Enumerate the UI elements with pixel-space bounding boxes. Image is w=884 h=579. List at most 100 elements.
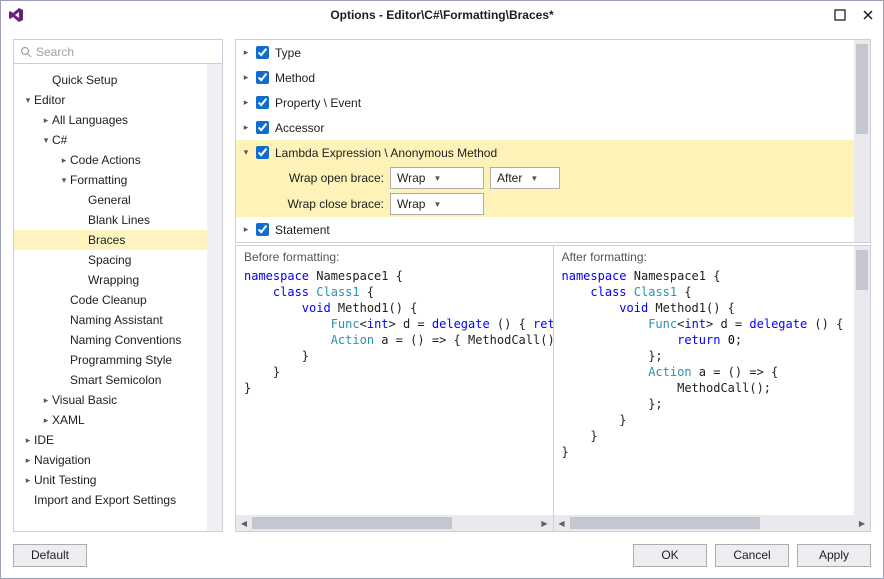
tree-item-label: Editor: [34, 93, 65, 107]
scroll-left-icon[interactable]: ◀: [236, 515, 252, 531]
tree-item[interactable]: Blank Lines: [14, 210, 222, 230]
tree-item[interactable]: Smart Semicolon: [14, 370, 222, 390]
tree-item[interactable]: Quick Setup: [14, 70, 222, 90]
option-statement-label: Statement: [275, 223, 330, 237]
expand-icon[interactable]: ▸: [40, 115, 52, 126]
search-icon: [20, 46, 32, 58]
option-row[interactable]: ▸Accessor: [236, 115, 870, 140]
wrap-open-label: Wrap open brace:: [276, 171, 384, 185]
tree-item[interactable]: Spacing: [14, 250, 222, 270]
tree-item-label: Spacing: [88, 253, 131, 267]
tree-item-label: Navigation: [34, 453, 91, 467]
apply-button[interactable]: Apply: [797, 544, 871, 567]
option-checkbox[interactable]: [256, 71, 269, 84]
tree-item-label: Braces: [88, 233, 125, 247]
tree-item-label: Code Actions: [70, 153, 141, 167]
tree-item-label: Formatting: [70, 173, 127, 187]
tree-item[interactable]: ▸All Languages: [14, 110, 222, 130]
collapse-icon[interactable]: ▾: [58, 175, 70, 186]
option-statement-checkbox[interactable]: [256, 223, 269, 236]
chevron-down-icon: ▼: [433, 174, 441, 183]
collapse-icon[interactable]: ▾: [40, 135, 52, 146]
tree-item-label: Naming Assistant: [70, 313, 163, 327]
expand-icon[interactable]: ▸: [236, 122, 256, 133]
tree-item[interactable]: Wrapping: [14, 270, 222, 290]
tree-item[interactable]: ▸Navigation: [14, 450, 222, 470]
settings-tree: Quick Setup▾Editor▸All Languages▾C#▸Code…: [14, 64, 222, 531]
tree-item-label: General: [88, 193, 131, 207]
tree-item-label: Blank Lines: [88, 213, 150, 227]
chevron-down-icon: ▼: [530, 174, 538, 183]
tree-item[interactable]: Import and Export Settings: [14, 490, 222, 510]
expand-icon[interactable]: ▸: [40, 395, 52, 406]
tree-item[interactable]: ▸Unit Testing: [14, 470, 222, 490]
tree-item[interactable]: ▾Editor: [14, 90, 222, 110]
close-icon[interactable]: [859, 6, 877, 24]
tree-item-label: IDE: [34, 433, 54, 447]
expand-icon[interactable]: ▸: [236, 97, 256, 108]
option-checkbox[interactable]: [256, 121, 269, 134]
tree-scrollbar[interactable]: [207, 64, 222, 531]
tree-item[interactable]: Naming Assistant: [14, 310, 222, 330]
tree-item[interactable]: ▸Code Actions: [14, 150, 222, 170]
search-input[interactable]: [36, 45, 216, 59]
expand-icon[interactable]: ▸: [22, 475, 34, 486]
search-box[interactable]: [14, 40, 222, 64]
collapse-icon[interactable]: ▾: [22, 95, 34, 106]
preview-pane: Before formatting: namespace Namespace1 …: [235, 245, 871, 532]
before-hscroll[interactable]: ◀ ▶: [236, 515, 553, 531]
options-pane: ▸Type▸Method▸Property \ Event▸Accessor ▾…: [235, 39, 871, 243]
option-row[interactable]: ▸Type: [236, 40, 870, 65]
option-lambda-checkbox[interactable]: [256, 146, 269, 159]
tree-item[interactable]: General: [14, 190, 222, 210]
expand-icon[interactable]: ▸: [236, 224, 256, 235]
option-row[interactable]: ▸ Method: [236, 65, 870, 90]
wrap-close-label: Wrap close brace:: [276, 197, 384, 211]
tree-item-label: Visual Basic: [52, 393, 117, 407]
tree-item[interactable]: Programming Style: [14, 350, 222, 370]
tree-item[interactable]: Code Cleanup: [14, 290, 222, 310]
options-scrollbar[interactable]: [854, 40, 870, 242]
expand-icon[interactable]: ▸: [40, 415, 52, 426]
tree-item[interactable]: ▸IDE: [14, 430, 222, 450]
wrap-open-dropdown[interactable]: Wrap ▼: [390, 167, 484, 189]
tree-item-label: Quick Setup: [52, 73, 117, 87]
default-button[interactable]: Default: [13, 544, 87, 567]
footer: Default OK Cancel Apply: [1, 532, 883, 578]
after-code: namespace Namespace1 { class Class1 { vo…: [554, 268, 871, 513]
tree-item-label: XAML: [52, 413, 85, 427]
tree-item[interactable]: ▸Visual Basic: [14, 390, 222, 410]
cancel-button[interactable]: Cancel: [715, 544, 789, 567]
expand-icon[interactable]: ▸: [236, 72, 256, 83]
tree-item[interactable]: ▾C#: [14, 130, 222, 150]
tree-item[interactable]: Naming Conventions: [14, 330, 222, 350]
before-label: Before formatting:: [236, 246, 553, 268]
option-row[interactable]: ▸ Property \ Event: [236, 90, 870, 115]
scroll-right-icon[interactable]: ▶: [854, 515, 870, 531]
option-checkbox[interactable]: [256, 46, 269, 59]
expand-icon[interactable]: ▸: [22, 455, 34, 466]
collapse-icon[interactable]: ▾: [236, 147, 256, 158]
after-hscroll[interactable]: ◀ ▶: [554, 515, 871, 531]
ok-button[interactable]: OK: [633, 544, 707, 567]
tree-item[interactable]: ▸XAML: [14, 410, 222, 430]
tree-item[interactable]: ▾Formatting: [14, 170, 222, 190]
option-statement-row[interactable]: ▸ Statement: [236, 217, 870, 242]
tree-item[interactable]: Braces: [14, 230, 222, 250]
vs-logo-icon: [7, 6, 25, 24]
expand-icon[interactable]: ▸: [22, 435, 34, 446]
option-label: Property \ Event: [275, 96, 361, 110]
tree-item-label: C#: [52, 133, 67, 147]
maximize-icon[interactable]: [831, 6, 849, 24]
wrap-close-dropdown[interactable]: Wrap ▼: [390, 193, 484, 215]
option-checkbox[interactable]: [256, 96, 269, 109]
after-label: After formatting:: [554, 246, 871, 268]
scroll-right-icon[interactable]: ▶: [537, 515, 553, 531]
scroll-left-icon[interactable]: ◀: [554, 515, 570, 531]
option-label: Method: [275, 71, 315, 85]
wrap-open-pos-dropdown[interactable]: After ▼: [490, 167, 560, 189]
after-vscroll[interactable]: [854, 246, 870, 515]
expand-icon[interactable]: ▸: [58, 155, 70, 166]
expand-icon[interactable]: ▸: [236, 47, 256, 58]
option-lambda-row[interactable]: ▾ Lambda Expression \ Anonymous Method: [236, 140, 870, 165]
